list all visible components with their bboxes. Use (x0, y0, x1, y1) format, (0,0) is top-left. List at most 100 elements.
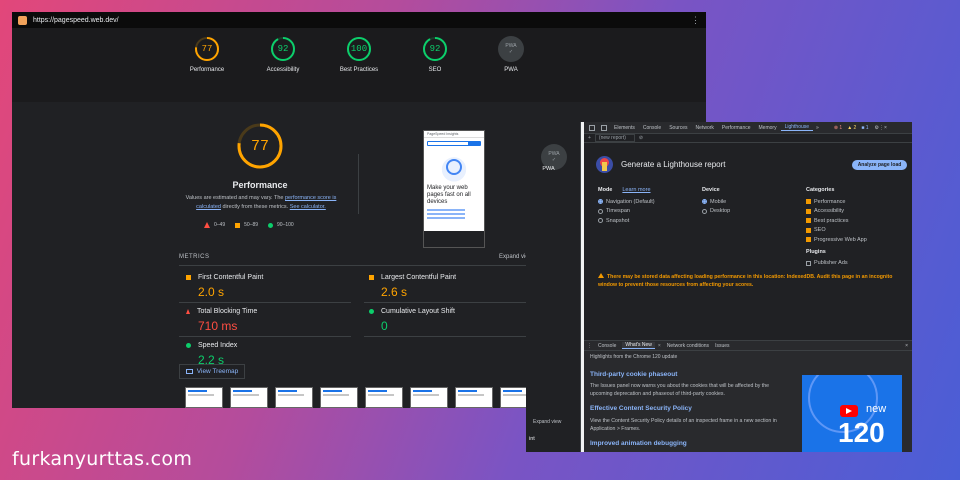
metric-tbt: Total Blocking Time 710 ms (186, 308, 346, 333)
report-topbar: https://pagespeed.web.dev/ ⋮ (12, 12, 706, 28)
category-checkbox-accessibility[interactable]: Accessibility (806, 207, 867, 217)
add-report-icon[interactable]: + (588, 135, 591, 141)
mode-timespan[interactable]: Timespan (598, 207, 655, 217)
news-heading[interactable]: Improved animation debugging (590, 440, 687, 447)
tab-console[interactable]: Console (639, 125, 665, 131)
more-tabs-icon[interactable]: » (813, 125, 822, 131)
category-pwa[interactable]: PWA ✓ PWA (483, 36, 539, 102)
close-tab-icon[interactable]: × (658, 343, 661, 349)
mode-snapshot[interactable]: Snapshot (598, 216, 655, 226)
warning-count-value: 2 (853, 124, 857, 131)
radio-icon (598, 199, 603, 205)
performance-description: Values are estimated and may vary. The p… (180, 194, 342, 212)
treemap-label: View Treemap (196, 368, 239, 375)
kebab-menu-icon[interactable]: ⋮ (587, 343, 592, 349)
mode-navigation[interactable]: Navigation (Default) (598, 197, 655, 207)
plugin-checkbox-publisher-ads[interactable]: Publisher Ads (806, 259, 867, 269)
see-calculator-link[interactable]: See calculator. (290, 204, 326, 210)
tab-memory[interactable]: Memory (755, 125, 781, 131)
generate-report-title: Generate a Lighthouse report (621, 160, 726, 169)
tab-sources[interactable]: Sources (665, 125, 691, 131)
desc-text: Values are estimated and may vary. The (185, 195, 285, 201)
pwa-label: PWA (542, 166, 555, 172)
drawer-tab-network-conditions[interactable]: Network conditions (667, 343, 709, 349)
legend-average: 50–89 (235, 222, 258, 228)
average-square-icon (369, 275, 374, 280)
error-count-value: 1 (839, 124, 843, 131)
inspect-icon[interactable] (589, 124, 595, 131)
tab-lighthouse[interactable]: Lighthouse (780, 124, 814, 131)
category-checkbox-pwa[interactable]: Progressive Web App (806, 235, 867, 245)
device-toolbar-icon[interactable] (601, 124, 607, 131)
chrome-120-video-thumbnail[interactable]: new 120 (802, 375, 902, 452)
tab-performance[interactable]: Performance (718, 125, 755, 131)
category-seo[interactable]: 92 SEO (407, 36, 463, 102)
category-checkbox-best-practices[interactable]: Best practices (806, 216, 867, 226)
report-select[interactable]: (new report) (594, 134, 635, 142)
filmstrip (185, 387, 538, 408)
legend-label: 50–89 (244, 222, 259, 228)
preview-illustration (432, 149, 476, 183)
drawer-tab-console[interactable]: Console (598, 343, 616, 349)
device-desktop[interactable]: Desktop (702, 207, 730, 217)
expand-view-button[interactable]: Expand view (533, 419, 561, 425)
mode-heading: Mode (598, 187, 613, 193)
check-icon: ✓ (508, 49, 514, 55)
learn-more-link[interactable]: Learn more (622, 187, 650, 193)
metric-lcp: Largest Contentful Paint 2.6 s (369, 274, 529, 299)
category-checkbox-performance[interactable]: Performance (806, 197, 867, 207)
category-accessibility[interactable]: 92 Accessibility (255, 36, 311, 102)
clear-icon[interactable]: ⊘ (639, 135, 643, 141)
report-url[interactable]: https://pagespeed.web.dev/ (33, 17, 119, 24)
option-label: Desktop (710, 208, 731, 215)
kebab-menu-icon[interactable]: ⋮ (691, 15, 700, 26)
tab-elements[interactable]: Elements (610, 125, 639, 131)
score-legend: 0–49 50–89 90–100 (204, 222, 294, 228)
metric-label: Speed Index (198, 342, 238, 349)
checkbox-icon (806, 208, 811, 214)
checkbox-icon (806, 218, 811, 224)
close-drawer-icon[interactable]: × (905, 343, 912, 349)
filmstrip-frame (320, 387, 358, 408)
metric-value: 0 (381, 319, 388, 333)
legend-label: 90–100 (277, 222, 294, 228)
metric-value: 2.6 s (381, 285, 408, 299)
metric-value: 710 ms (198, 319, 238, 333)
close-icon[interactable]: × (884, 125, 887, 131)
categories-heading: Categories (806, 187, 835, 193)
whats-new-subtitle: Highlights from the Chrome 120 update (590, 354, 678, 360)
devtools-window: PWA ✓ PWA Expand view int Elements Conso… (526, 122, 912, 452)
tab-network[interactable]: Network (692, 125, 718, 131)
page-pane: PWA ✓ PWA Expand view int (526, 122, 581, 452)
promo-version: 120 (838, 417, 885, 448)
truncated-text: int (529, 436, 535, 442)
news-heading[interactable]: Third-party cookie phaseout (590, 371, 677, 378)
category-performance[interactable]: 77 Performance (179, 36, 235, 102)
metrics-heading: METRICS (179, 254, 210, 260)
category-checkbox-seo[interactable]: SEO (806, 226, 867, 236)
option-label: Navigation (Default) (606, 198, 655, 205)
error-count: ⊗ 1 (833, 124, 843, 131)
legend-fail: 0–49 (204, 222, 225, 228)
analyze-page-load-button[interactable]: Analyze page load (852, 160, 907, 170)
page-screenshot-preview: PageSpeed Insights Make your web pages f… (423, 130, 485, 248)
metric-fcp: First Contentful Paint 2.0 s (186, 274, 346, 299)
score-value: 92 (429, 44, 441, 54)
mode-group: Mode Learn more Navigation (Default) Time… (598, 187, 655, 226)
drawer-tab-issues[interactable]: Issues (715, 343, 729, 349)
storage-warning: There may be stored data affecting loadi… (598, 273, 903, 289)
performance-title: Performance (232, 180, 288, 190)
news-heading[interactable]: Effective Content Security Policy (590, 405, 692, 412)
checkbox-icon (806, 227, 811, 233)
category-label: Performance (189, 67, 225, 73)
option-label: Progressive Web App (814, 236, 867, 243)
view-treemap-button[interactable]: View Treemap (179, 364, 245, 379)
category-best-practices[interactable]: 100 Best Practices (331, 36, 387, 102)
device-mobile[interactable]: Mobile (702, 197, 730, 207)
devtools-tabbar: Elements Console Sources Network Perform… (584, 122, 912, 134)
issue-counts[interactable]: ⊗ 1 ▲ 2 ■ 1 (834, 125, 869, 131)
filmstrip-frame (185, 387, 223, 408)
lighthouse-toolbar: + (new report) ⊘ (584, 134, 912, 143)
check-icon: ✓ (551, 157, 557, 163)
drawer-tab-whats-new[interactable]: What's New (622, 342, 655, 349)
